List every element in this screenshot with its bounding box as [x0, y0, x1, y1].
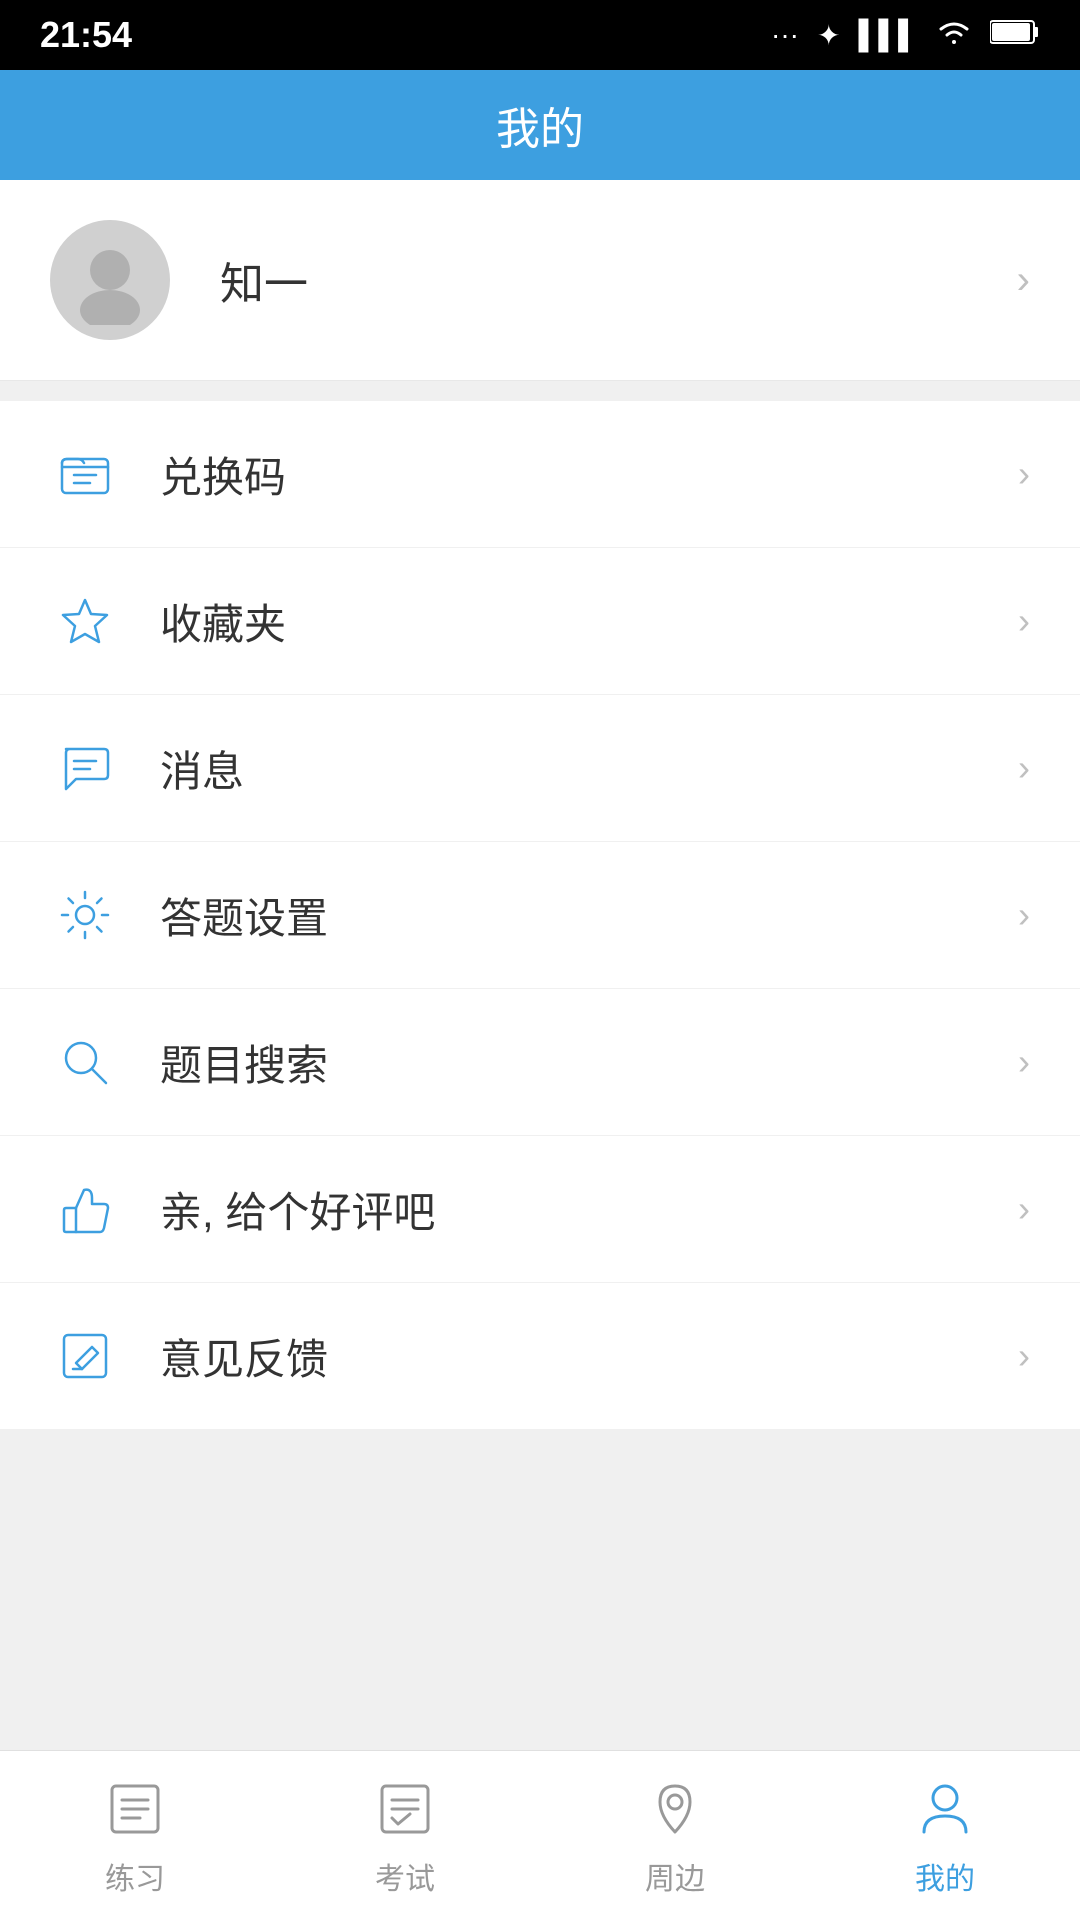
menu-item-messages[interactable]: 消息 ›	[0, 695, 1080, 842]
profile-name: 知一	[220, 248, 1017, 312]
wifi-icon	[936, 18, 972, 53]
chevron-icon: ›	[1018, 1335, 1030, 1377]
menu-label-favorites: 收藏夹	[160, 591, 1018, 652]
menu-item-search[interactable]: 题目搜索 ›	[0, 989, 1080, 1136]
chat-icon	[50, 733, 120, 803]
status-time: 21:54	[40, 14, 132, 56]
signal-bars-icon: ▌▌▌	[858, 19, 918, 51]
signal-dots-icon: ···	[771, 19, 799, 51]
bluetooth-icon: ✦	[817, 19, 840, 52]
exam-icon	[370, 1774, 440, 1844]
location-icon	[640, 1774, 710, 1844]
page-header: 我的	[0, 70, 1080, 180]
menu-label-search: 题目搜索	[160, 1032, 1018, 1093]
menu-item-feedback[interactable]: 意见反馈 ›	[0, 1283, 1080, 1429]
menu-label-settings: 答题设置	[160, 885, 1018, 946]
thumbs-up-icon	[50, 1174, 120, 1244]
profile-chevron-icon: ›	[1017, 258, 1030, 303]
chevron-icon: ›	[1018, 453, 1030, 495]
nav-item-practice[interactable]: 练习	[0, 1774, 270, 1898]
nav-item-mine[interactable]: 我的	[810, 1774, 1080, 1898]
nav-label-mine: 我的	[915, 1854, 975, 1898]
bottom-navigation: 练习 考试 周边 我的	[0, 1750, 1080, 1920]
practice-icon	[100, 1774, 170, 1844]
star-icon	[50, 586, 120, 656]
nav-label-nearby: 周边	[645, 1854, 705, 1898]
status-bar: 21:54 ··· ✦ ▌▌▌	[0, 0, 1080, 70]
gear-icon	[50, 880, 120, 950]
chevron-icon: ›	[1018, 1188, 1030, 1230]
nav-label-practice: 练习	[105, 1854, 165, 1898]
menu-label-redeem-code: 兑换码	[160, 444, 1018, 505]
battery-icon	[990, 19, 1040, 52]
nav-item-exam[interactable]: 考试	[270, 1774, 540, 1898]
search-icon	[50, 1027, 120, 1097]
menu-label-messages: 消息	[160, 738, 1018, 799]
folder-icon	[50, 439, 120, 509]
page-title: 我的	[496, 93, 584, 157]
menu-label-rate: 亲, 给个好评吧	[160, 1179, 1018, 1240]
profile-section[interactable]: 知一 ›	[0, 180, 1080, 381]
menu-item-rate[interactable]: 亲, 给个好评吧 ›	[0, 1136, 1080, 1283]
edit-icon	[50, 1321, 120, 1391]
person-icon	[910, 1774, 980, 1844]
nav-label-exam: 考试	[375, 1854, 435, 1898]
chevron-icon: ›	[1018, 1041, 1030, 1083]
menu-item-settings[interactable]: 答题设置 ›	[0, 842, 1080, 989]
menu-item-redeem-code[interactable]: 兑换码 ›	[0, 401, 1080, 548]
avatar	[50, 220, 170, 340]
menu-item-favorites[interactable]: 收藏夹 ›	[0, 548, 1080, 695]
menu-section: 兑换码 › 收藏夹 › 消息 ›	[0, 401, 1080, 1429]
chevron-icon: ›	[1018, 747, 1030, 789]
menu-label-feedback: 意见反馈	[160, 1326, 1018, 1387]
status-icons: ··· ✦ ▌▌▌	[771, 18, 1040, 53]
chevron-icon: ›	[1018, 600, 1030, 642]
chevron-icon: ›	[1018, 894, 1030, 936]
nav-item-nearby[interactable]: 周边	[540, 1774, 810, 1898]
